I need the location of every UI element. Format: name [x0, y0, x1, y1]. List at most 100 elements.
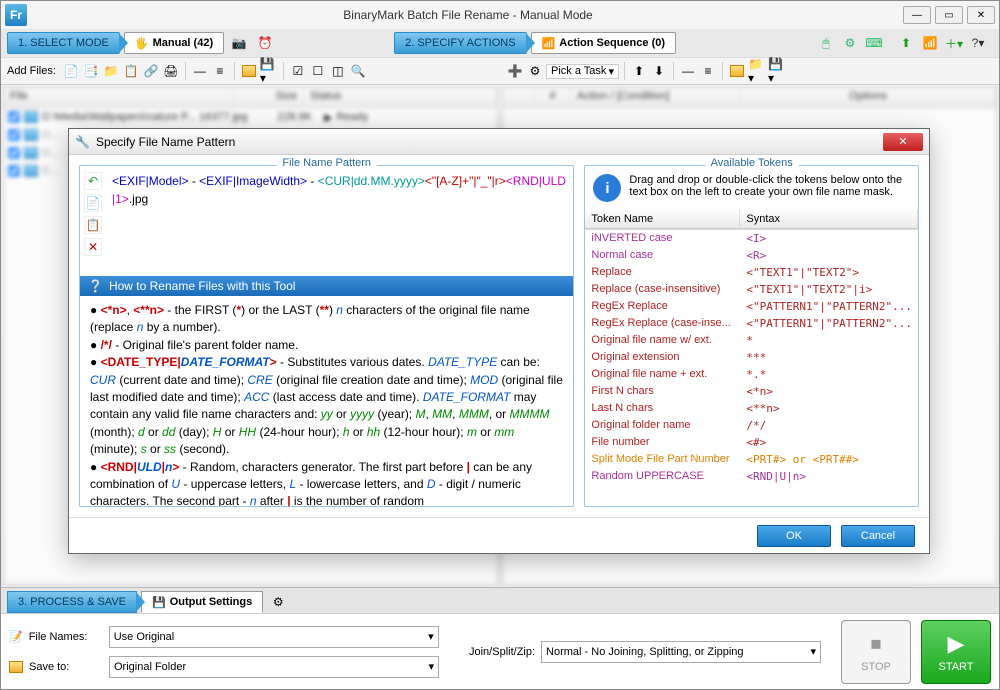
tokens-legend: Available Tokens	[705, 157, 799, 169]
floppy-icon: 💾	[152, 596, 166, 609]
token-row[interactable]: Random UPPERCASE<RND|U|n>	[585, 468, 918, 485]
token-row[interactable]: Split Mode File Part Number<PRT#> or <PR…	[585, 451, 918, 468]
save-actions-icon[interactable]: 💾▾	[768, 62, 786, 80]
shortcuts-icon[interactable]: ⌨	[863, 32, 885, 54]
chevron-down-icon: ▾	[428, 660, 434, 673]
tokens-fieldset: Available Tokens i Drag and drop or doub…	[584, 165, 919, 507]
templates-icon[interactable]: 📁▾	[748, 62, 766, 80]
token-row[interactable]: Original extension***	[585, 349, 918, 366]
pick-task-dropdown[interactable]: Pick a Task ▾	[546, 64, 619, 79]
tab-monitor[interactable]: 📷	[228, 32, 250, 54]
sliders-icon[interactable]: ⚙	[839, 32, 861, 54]
paste-icon[interactable]: 📋	[84, 216, 102, 234]
joinsplit-label: Join/Split/Zip:	[469, 646, 535, 658]
check-all-icon[interactable]: ☑	[289, 62, 307, 80]
add-action-icon[interactable]: ➕	[506, 62, 524, 80]
step-specify-actions[interactable]: 2. SPECIFY ACTIONS	[394, 32, 526, 54]
add-list-icon[interactable]: 📋	[122, 62, 140, 80]
clear-icon[interactable]: ✕	[84, 238, 102, 256]
app-icon: Fr	[5, 4, 27, 26]
clear-actions-icon[interactable]: ≡	[699, 62, 717, 80]
dialog-titlebar: 🔧 Specify File Name Pattern ✕	[69, 129, 929, 155]
sequence-icon: 📶	[542, 37, 556, 50]
hand-icon: 🖐	[135, 37, 149, 50]
move-up-icon[interactable]: ⬆	[630, 62, 648, 80]
pattern-textbox[interactable]: <EXIF|Model> - <EXIF|ImageWidth> - <CUR|…	[106, 166, 573, 276]
dialog-icon: 🔧	[75, 135, 90, 149]
tab-action-sequence[interactable]: 📶 Action Sequence (0)	[531, 32, 676, 54]
tab-action-sequence-label: Action Sequence (0)	[559, 37, 665, 49]
action-group-icon[interactable]: ⚙	[526, 62, 544, 80]
tab-output-settings[interactable]: 💾 Output Settings	[141, 591, 263, 613]
tab-manual-label: Manual (42)	[153, 37, 214, 49]
move-down-icon[interactable]: ⬇	[650, 62, 668, 80]
ok-button[interactable]: OK	[757, 525, 831, 547]
bottom-tabs: 3. PROCESS & SAVE 💾 Output Settings ⚙	[1, 587, 999, 613]
copy-icon[interactable]: 📄	[84, 194, 102, 212]
token-row[interactable]: Original file name + ext.*.*	[585, 366, 918, 383]
filter-icon[interactable]: 🔍	[349, 62, 367, 80]
add-recursive-icon[interactable]: 🖨	[162, 62, 180, 80]
token-row[interactable]: Replace (case-insensitive)<"TEXT1"|"TEXT…	[585, 281, 918, 298]
add-folder-icon[interactable]: 📁	[102, 62, 120, 80]
files-toolbar: Add Files: 📄 📑 📁 📋 🔗 🖨 — ≡ 💾▾ ☑ ☐ ◫ 🔍	[1, 57, 500, 85]
add-file-icon[interactable]: 📄	[62, 62, 80, 80]
token-row[interactable]: First N chars<*n>	[585, 383, 918, 400]
token-row[interactable]: Replace<"TEXT1"|"TEXT2">	[585, 264, 918, 281]
chevron-down-icon: ▾	[811, 645, 817, 658]
play-icon: ▶	[948, 631, 965, 657]
maximize-button[interactable]: ▭	[935, 6, 963, 24]
token-row[interactable]: RegEx Replace<"PATTERN1"|"PATTERN2"...	[585, 298, 918, 315]
dialog-close-button[interactable]: ✕	[883, 133, 923, 151]
stop-button[interactable]: ⏹ STOP	[841, 620, 911, 684]
saveto-combo[interactable]: Original Folder▾	[109, 656, 439, 678]
saveto-label: Save to:	[29, 661, 103, 673]
remove-icon[interactable]: —	[191, 62, 209, 80]
undo-icon[interactable]: ↶	[84, 172, 102, 190]
token-row[interactable]: Original file name w/ ext.*	[585, 332, 918, 349]
output-panel: 📝 File Names: Use Original▾ Save to: Ori…	[1, 613, 999, 689]
ribbon: 1. SELECT MODE 🖐 Manual (42) 📷 ⏰ 2. SPEC…	[1, 29, 999, 57]
stop-icon: ⏹	[871, 631, 882, 657]
col-token-syntax[interactable]: Syntax	[740, 210, 918, 228]
token-row[interactable]: Original folder name/*/	[585, 417, 918, 434]
token-row[interactable]: RegEx Replace (case-inse...<"PATTERN1"|"…	[585, 315, 918, 332]
step-process-save[interactable]: 3. PROCESS & SAVE	[7, 591, 137, 613]
remove-action-icon[interactable]: —	[679, 62, 697, 80]
window-title: BinaryMark Batch File Rename - Manual Mo…	[33, 8, 903, 22]
pattern-legend: File Name Pattern	[276, 157, 377, 169]
token-row[interactable]: File number<#>	[585, 434, 918, 451]
close-button[interactable]: ✕	[967, 6, 995, 24]
minimize-button[interactable]: —	[903, 6, 931, 24]
step-select-mode[interactable]: 1. SELECT MODE	[7, 32, 120, 54]
help-title: How to Rename Files with this Tool	[109, 279, 296, 293]
cancel-button[interactable]: Cancel	[841, 525, 915, 547]
uncheck-all-icon[interactable]: ☐	[309, 62, 327, 80]
titlebar: Fr BinaryMark Batch File Rename - Manual…	[1, 1, 999, 29]
joinsplit-combo[interactable]: Normal - No Joining, Splitting, or Zippi…	[541, 641, 821, 663]
clear-icon[interactable]: ≡	[211, 62, 229, 80]
filenames-icon: 📝	[9, 630, 23, 643]
add-files-icon[interactable]: 📑	[82, 62, 100, 80]
col-token-name[interactable]: Token Name	[585, 210, 740, 228]
wifi-icon[interactable]: 📶	[919, 32, 941, 54]
invert-check-icon[interactable]: ◫	[329, 62, 347, 80]
open-actions-icon[interactable]	[728, 62, 746, 80]
tab-schedule[interactable]: ⏰	[254, 32, 276, 54]
help-icon[interactable]: ?▾	[967, 32, 989, 54]
save-list-icon[interactable]: 💾▾	[260, 62, 278, 80]
tab-settings-gear[interactable]: ⚙	[267, 591, 289, 613]
start-button[interactable]: ▶ START	[921, 620, 991, 684]
add-url-icon[interactable]: 🔗	[142, 62, 160, 80]
upload-icon[interactable]: ⬆	[895, 32, 917, 54]
tab-manual[interactable]: 🖐 Manual (42)	[124, 32, 224, 54]
mouse-icon[interactable]: 🖱	[815, 32, 837, 54]
token-row[interactable]: iNVERTED case<I>	[585, 230, 918, 247]
add-icon[interactable]: ＋▾	[943, 32, 965, 54]
filenames-combo[interactable]: Use Original▾	[109, 626, 439, 648]
token-row[interactable]: Last N chars<**n>	[585, 400, 918, 417]
pattern-fieldset: File Name Pattern ↶ 📄 📋 ✕ <EXIF|Model> -…	[79, 165, 574, 507]
token-hint: Drag and drop or double-click the tokens…	[629, 174, 910, 202]
token-row[interactable]: Normal case<R>	[585, 247, 918, 264]
open-list-icon[interactable]	[240, 62, 258, 80]
